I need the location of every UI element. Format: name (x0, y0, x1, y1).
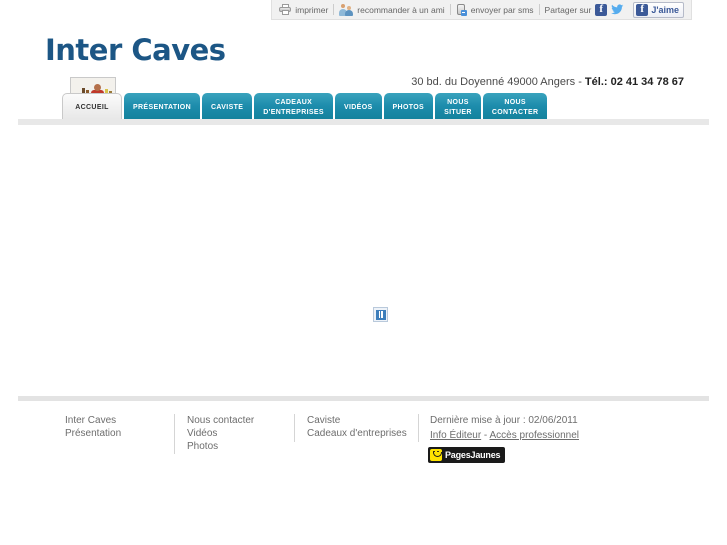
separator (450, 4, 451, 15)
main-navigation: ACCUEIL PRÉSENTATION CAVISTE CADEAUX D'E… (62, 93, 547, 122)
smiley-icon (430, 449, 442, 461)
facebook-icon (636, 4, 648, 16)
footer-link-presentation[interactable]: Présentation (65, 427, 121, 440)
footer-link-caviste[interactable]: Caviste (307, 414, 407, 427)
footer-divider-vertical (294, 414, 295, 442)
twitter-icon[interactable] (611, 4, 624, 16)
people-icon (339, 4, 353, 16)
recommend-link[interactable]: recommander à un ami (339, 4, 444, 16)
footer-link-cadeaux-entreprises[interactable]: Cadeaux d'entreprises (307, 427, 407, 440)
footer-column-1: Inter Caves Présentation (65, 414, 121, 440)
separator (539, 4, 540, 15)
address-text: 30 bd. du Doyenné 49000 Angers - (411, 76, 585, 88)
broken-image-placeholder-icon (373, 307, 388, 322)
footer-column-2: Nous contacter Vidéos Photos (187, 414, 254, 453)
nav-tab-cadeaux-entreprises[interactable]: CADEAUX D'ENTREPRISES (254, 93, 333, 122)
sms-label: envoyer par sms (471, 5, 534, 15)
share-toolbar: imprimer recommander à un ami envoyer pa… (0, 0, 727, 20)
nav-tab-nous-contacter[interactable]: NOUS CONTACTER (483, 93, 548, 122)
footer-admin-links: Info Éditeur - Accès professionnel (430, 429, 579, 442)
link-separator: - (481, 430, 489, 441)
nav-tab-accueil[interactable]: ACCUEIL (62, 93, 122, 122)
facebook-like-button[interactable]: J'aime (633, 2, 684, 18)
phone-number: Tél.: 02 41 34 78 67 (585, 76, 684, 88)
footer-link-nous-contacter[interactable]: Nous contacter (187, 414, 254, 427)
recommend-label: recommander à un ami (357, 5, 444, 15)
info-editeur-link[interactable]: Info Éditeur (430, 430, 481, 441)
last-updated-text: Dernière mise à jour : 02/06/2011 (430, 414, 579, 427)
nav-tab-nous-situer[interactable]: NOUS SITUER (435, 93, 481, 122)
share-toolbar-inner: imprimer recommander à un ami envoyer pa… (271, 0, 692, 20)
mobile-sms-icon (456, 4, 467, 16)
acces-professionnel-link[interactable]: Accès professionnel (490, 430, 580, 441)
footer-link-inter-caves[interactable]: Inter Caves (65, 414, 121, 427)
print-link[interactable]: imprimer (279, 4, 328, 15)
nav-tab-videos[interactable]: VIDÉOS (335, 93, 382, 122)
sms-link[interactable]: envoyer par sms (456, 4, 534, 16)
footer-link-videos[interactable]: Vidéos (187, 427, 254, 440)
print-label: imprimer (295, 5, 328, 15)
footer-link-photos[interactable]: Photos (187, 440, 254, 453)
like-label: J'aime (651, 5, 679, 15)
footer-divider-vertical (418, 414, 419, 442)
share-label: Partager sur (545, 5, 592, 15)
share-on-group: Partager sur (545, 4, 625, 16)
nav-tab-presentation[interactable]: PRÉSENTATION (124, 93, 200, 122)
pagesjaunes-label: PagesJaunes (445, 450, 500, 460)
nav-tab-caviste[interactable]: CAVISTE (202, 93, 252, 122)
footer-column-3: Caviste Cadeaux d'entreprises (307, 414, 407, 440)
footer-divider (18, 396, 709, 401)
nav-tab-photos[interactable]: PHOTOS (384, 93, 434, 122)
main-content-area (0, 126, 727, 391)
facebook-icon[interactable] (595, 4, 607, 16)
nav-underline-bar (18, 119, 709, 125)
footer-column-4: Dernière mise à jour : 02/06/2011 Info É… (430, 414, 579, 442)
separator (333, 4, 334, 15)
printer-icon (279, 4, 291, 15)
footer-divider-vertical (174, 414, 175, 454)
pagesjaunes-logo[interactable]: PagesJaunes (428, 447, 505, 463)
contact-line: 30 bd. du Doyenné 49000 Angers - Tél.: 0… (411, 76, 684, 88)
site-logo[interactable]: Inter Caves (45, 33, 226, 67)
